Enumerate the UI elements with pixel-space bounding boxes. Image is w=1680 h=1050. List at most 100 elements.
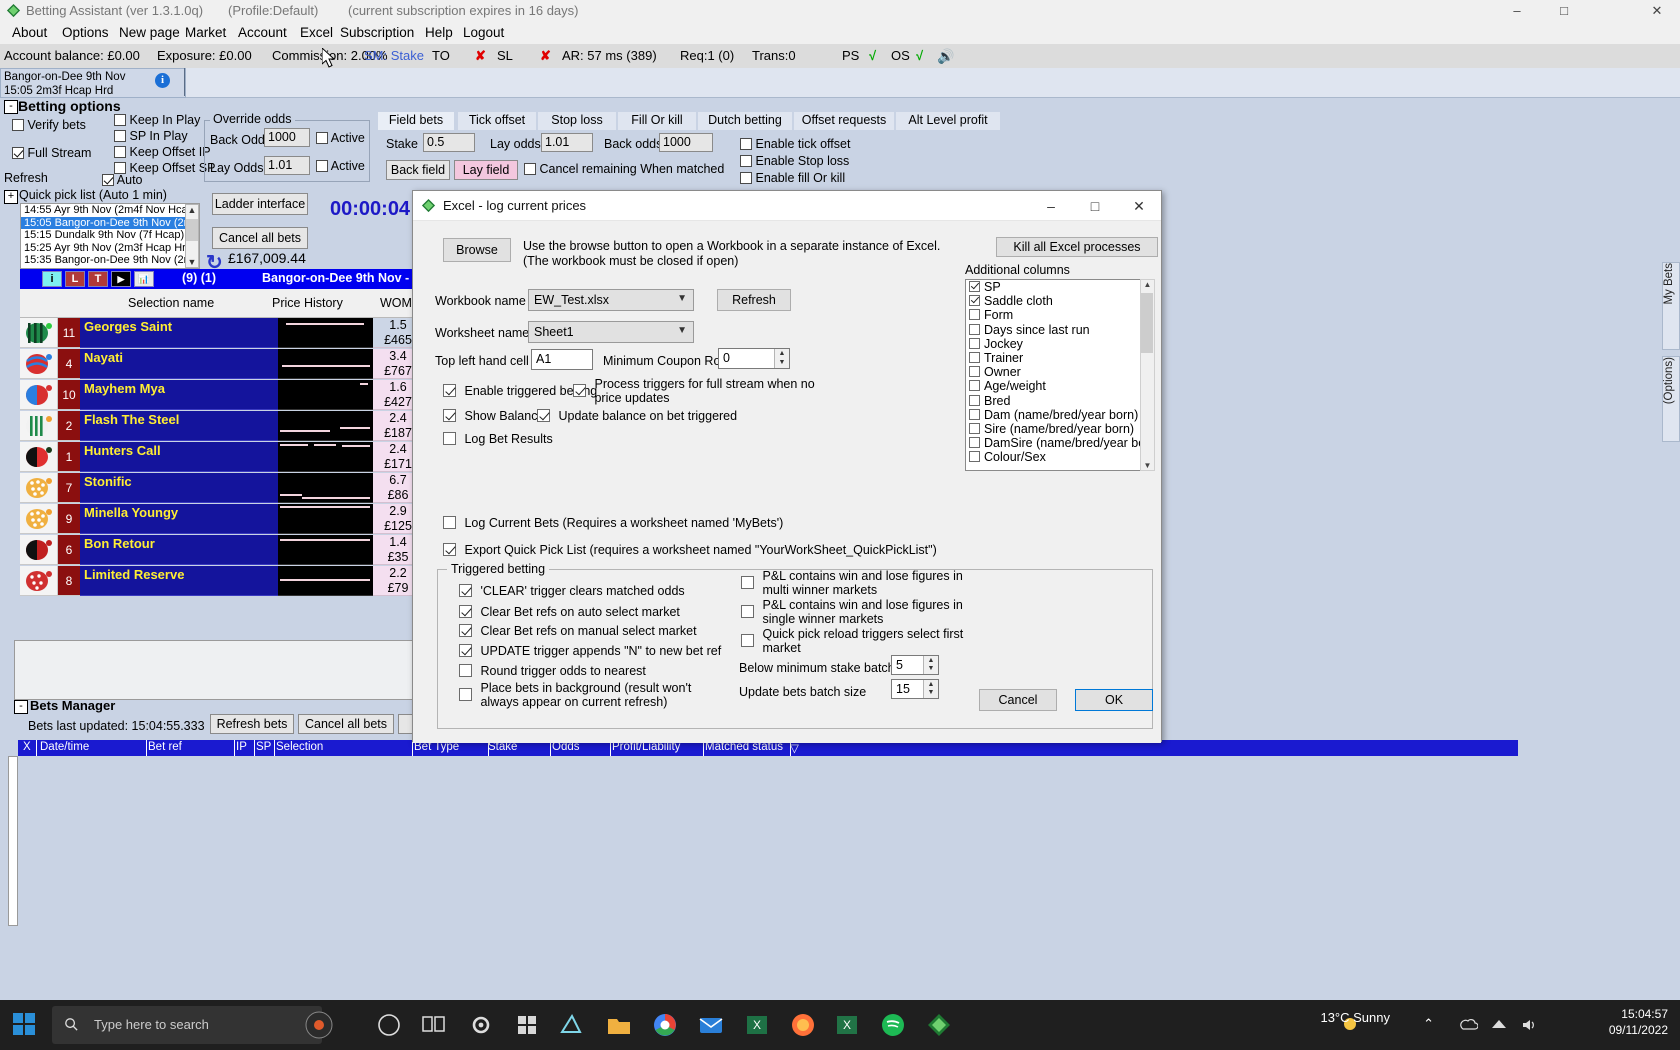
column-option-bred[interactable]: Bred (966, 394, 1154, 408)
quick-pick-item-4[interactable]: 15:35 Bangor-on-Dee 9th Nov (2m Nov Hrd (21, 254, 199, 267)
export-quick-pick-checkbox[interactable] (443, 543, 456, 556)
place-bets-background-option[interactable]: Place bets in background (result won't a… (459, 681, 691, 709)
tab-fill-or-kill[interactable]: Fill Or kill (618, 112, 696, 130)
bets-manager-expander[interactable]: - (14, 700, 28, 714)
keep-offset-sp-checkbox[interactable] (114, 162, 126, 174)
selection-name[interactable]: Hunters Call (80, 442, 278, 472)
tab-dutch-betting[interactable]: Dutch betting (698, 112, 792, 130)
ladder-interface-button[interactable]: Ladder interface (212, 193, 308, 215)
bets-col-datetime[interactable]: Date/time (40, 741, 89, 753)
scrollbar-thumb[interactable] (186, 219, 198, 241)
quick-pick-item-2[interactable]: 15:15 Dundalk 9th Nov (7f Hcap) (21, 229, 199, 242)
sp-in-play-option[interactable]: SP In Play (114, 129, 188, 143)
log-bet-results-checkbox[interactable] (443, 432, 456, 445)
pl-single-winner-option[interactable]: P&L contains win and lose figures in sin… (741, 598, 963, 626)
verify-bets-option[interactable]: Verify bets (12, 118, 86, 132)
export-quick-pick-option[interactable]: Export Quick Pick List (requires a works… (443, 543, 937, 557)
market-info-icon[interactable]: i (42, 271, 62, 287)
search-input[interactable]: Type here to search (52, 1006, 322, 1044)
pl-multi-winner-option[interactable]: P&L contains win and lose figures in mul… (741, 569, 963, 597)
start-button[interactable] (8, 1008, 42, 1042)
clear-betrefs-auto-checkbox[interactable] (459, 605, 472, 618)
keep-in-play-checkbox[interactable] (114, 114, 126, 126)
show-hidden-icons-icon[interactable]: ⌃ (1423, 1016, 1434, 1032)
worksheet-name-select[interactable]: Sheet1 ▼ (528, 321, 694, 343)
dam-checkbox[interactable] (969, 408, 980, 420)
columns-scroll-up-icon[interactable]: ▲ (1141, 280, 1154, 289)
bets-col-sp[interactable]: SP (256, 741, 271, 753)
log-current-bets-checkbox[interactable] (443, 516, 456, 529)
top-left-cell-input[interactable]: A1 (531, 349, 593, 370)
colour-sex-checkbox[interactable] (969, 451, 980, 463)
log-bet-results-option[interactable]: Log Bet Results (443, 432, 553, 446)
firefox-icon[interactable] (784, 1006, 822, 1044)
keep-in-play-option[interactable]: Keep In Play (114, 113, 200, 127)
bred-checkbox[interactable] (969, 394, 980, 406)
quick-pick-item-1[interactable]: 15:05 Bangor-on-Dee 9th Nov (2m3f Hcap (21, 216, 199, 230)
spinner-buttons[interactable]: ▲ ▼ (923, 656, 938, 674)
dialog-maximize-button[interactable]: □ (1073, 191, 1117, 221)
additional-columns-list[interactable]: SP Saddle cloth Form Days since last run… (965, 279, 1155, 471)
owner-checkbox[interactable] (969, 366, 980, 378)
betting-assistant-taskbar-icon[interactable] (920, 1006, 958, 1044)
settings-gear-icon[interactable] (462, 1006, 500, 1044)
column-option-colour-sex[interactable]: Colour/Sex (966, 450, 1154, 464)
show-balance-option[interactable]: Show Balance (443, 409, 544, 423)
market-trade-icon[interactable]: T (88, 271, 108, 287)
full-stream-option[interactable]: Full Stream (12, 146, 91, 160)
sidebar-item-my-bets[interactable]: My Bets (1662, 262, 1680, 350)
update-trigger-option[interactable]: UPDATE trigger appends "N" to new bet re… (459, 644, 721, 658)
clear-betrefs-manual-checkbox[interactable] (459, 624, 472, 637)
column-option-owner[interactable]: Owner (966, 365, 1154, 379)
full-stream-checkbox[interactable] (12, 147, 24, 159)
bets-col-selection[interactable]: Selection (276, 741, 323, 753)
back-odds-active-checkbox[interactable] (316, 132, 328, 144)
weather-label[interactable]: 13°C Sunny (1320, 1010, 1390, 1025)
verify-bets-checkbox[interactable] (12, 119, 24, 131)
tab-offset-requests[interactable]: Offset requests (794, 112, 894, 130)
enable-stop-loss-option[interactable]: Enable Stop loss (740, 154, 849, 168)
tab-alt-level-profit[interactable]: Alt Level profit (896, 112, 1000, 130)
tab-stop-loss[interactable]: Stop loss (538, 112, 616, 130)
bets-sort-icon[interactable]: ▽ (790, 741, 799, 755)
close-button[interactable]: ✕ (1634, 0, 1680, 22)
volume-icon[interactable] (1520, 1016, 1538, 1034)
maximize-button[interactable]: □ (1541, 0, 1587, 22)
column-option-age-weight[interactable]: Age/weight (966, 379, 1154, 393)
kill-excel-processes-button[interactable]: Kill all Excel processes (996, 237, 1158, 257)
cancel-all-bets-button[interactable]: Cancel all bets (212, 227, 308, 249)
update-bets-batch-stepper[interactable]: 15 ▲ ▼ (891, 679, 939, 699)
bets-col-betref[interactable]: Bet ref (148, 741, 182, 753)
auto-checkbox[interactable] (102, 174, 114, 186)
field-lay-odds-input[interactable]: 1.01 (541, 133, 593, 152)
bets-col-x[interactable]: X (23, 741, 31, 753)
days-since-checkbox[interactable] (969, 323, 980, 335)
selection-name[interactable]: Limited Reserve (80, 566, 278, 596)
stop-loss-label[interactable]: SL (497, 48, 513, 63)
file-explorer-icon[interactable] (600, 1006, 638, 1044)
keep-offset-ip-checkbox[interactable] (114, 146, 126, 158)
enable-tick-offset-checkbox[interactable] (740, 138, 752, 150)
cancel-button[interactable]: Cancel (979, 689, 1057, 711)
menu-item-market[interactable]: Market (185, 25, 226, 40)
cortana-icon[interactable] (298, 1004, 340, 1046)
spinner-buttons[interactable]: ▲ ▼ (923, 680, 938, 698)
column-option-jockey[interactable]: Jockey (966, 337, 1154, 351)
column-option-saddle-cloth[interactable]: Saddle cloth (966, 294, 1154, 308)
selection-name[interactable]: Stonific (80, 473, 278, 503)
clock[interactable]: 15:04:57 09/11/2022 (1609, 1006, 1668, 1038)
round-trigger-odds-option[interactable]: Round trigger odds to nearest (459, 664, 646, 678)
cancel-remaining-checkbox[interactable] (524, 163, 536, 175)
column-option-sp[interactable]: SP (966, 280, 1154, 294)
back-odds-active-option[interactable]: Active (316, 131, 365, 145)
back-field-button[interactable]: Back field (386, 160, 450, 180)
lay-odds-active-option[interactable]: Active (316, 159, 365, 173)
menu-item-account[interactable]: Account (238, 25, 287, 40)
refresh-workbook-button[interactable]: Refresh (717, 289, 791, 311)
clear-trigger-checkbox[interactable] (459, 584, 472, 597)
quick-pick-reload-option[interactable]: Quick pick reload triggers select first … (741, 627, 963, 655)
column-option-days-since[interactable]: Days since last run (966, 323, 1154, 337)
menu-item-options[interactable]: Options (62, 25, 109, 40)
column-option-trainer[interactable]: Trainer (966, 351, 1154, 365)
below-min-stake-stepper[interactable]: 5 ▲ ▼ (891, 655, 939, 675)
